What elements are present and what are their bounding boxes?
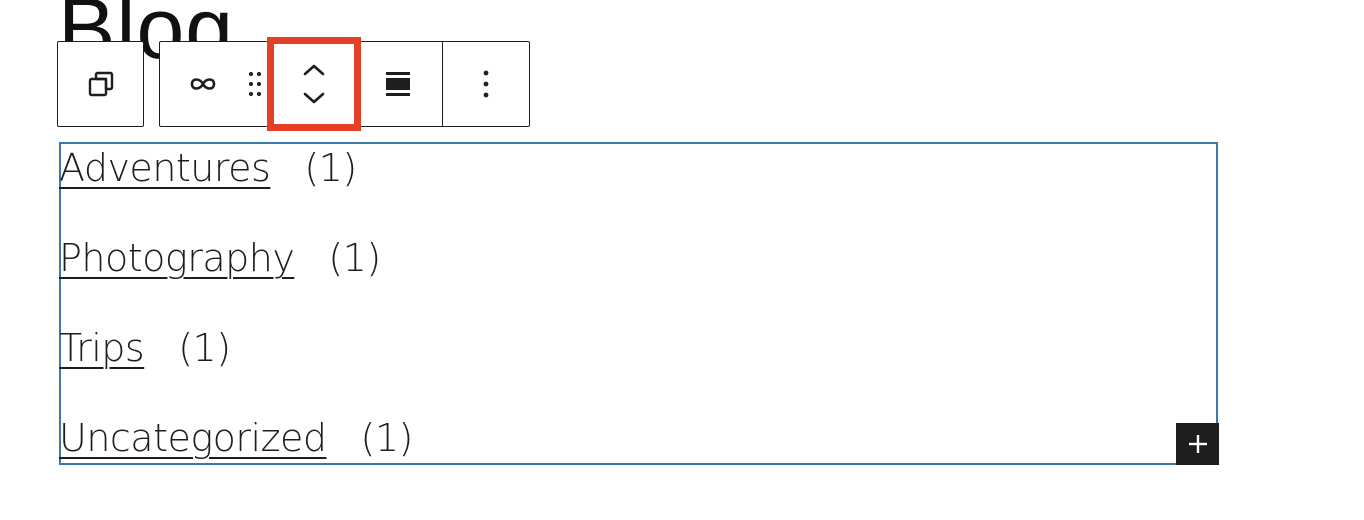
category-count: (1) [360,416,414,460]
list-item: Photography (1) [59,232,381,284]
list-item: Adventures (1) [59,142,357,194]
select-parent-button[interactable] [58,42,143,126]
move-up-down-button[interactable] [274,42,354,126]
align-button[interactable] [358,42,438,126]
list-item: Trips (1) [59,322,231,374]
block-toolbar [159,41,530,127]
align-icon [386,72,410,96]
category-count: (1) [178,326,231,370]
block-type-button[interactable] [172,42,234,126]
move-up-down-icon [303,64,325,104]
list-item: Uncategorized (1) [59,412,413,464]
category-link[interactable]: Trips [59,326,145,370]
plus-icon [1188,435,1207,453]
category-link[interactable]: Uncategorized [59,416,327,460]
drag-handle-icon [249,72,261,96]
categories-block-icon [190,78,216,90]
category-count: (1) [304,146,357,190]
more-options-icon [483,70,489,98]
add-block-button[interactable] [1176,423,1219,465]
category-link[interactable]: Photography [59,236,295,280]
category-count: (1) [328,236,381,280]
more-options-button[interactable] [443,42,529,126]
drag-handle[interactable] [238,42,272,126]
select-parent-icon [88,71,113,97]
toolbar-parent-group [57,41,144,127]
category-link[interactable]: Adventures [59,146,271,190]
